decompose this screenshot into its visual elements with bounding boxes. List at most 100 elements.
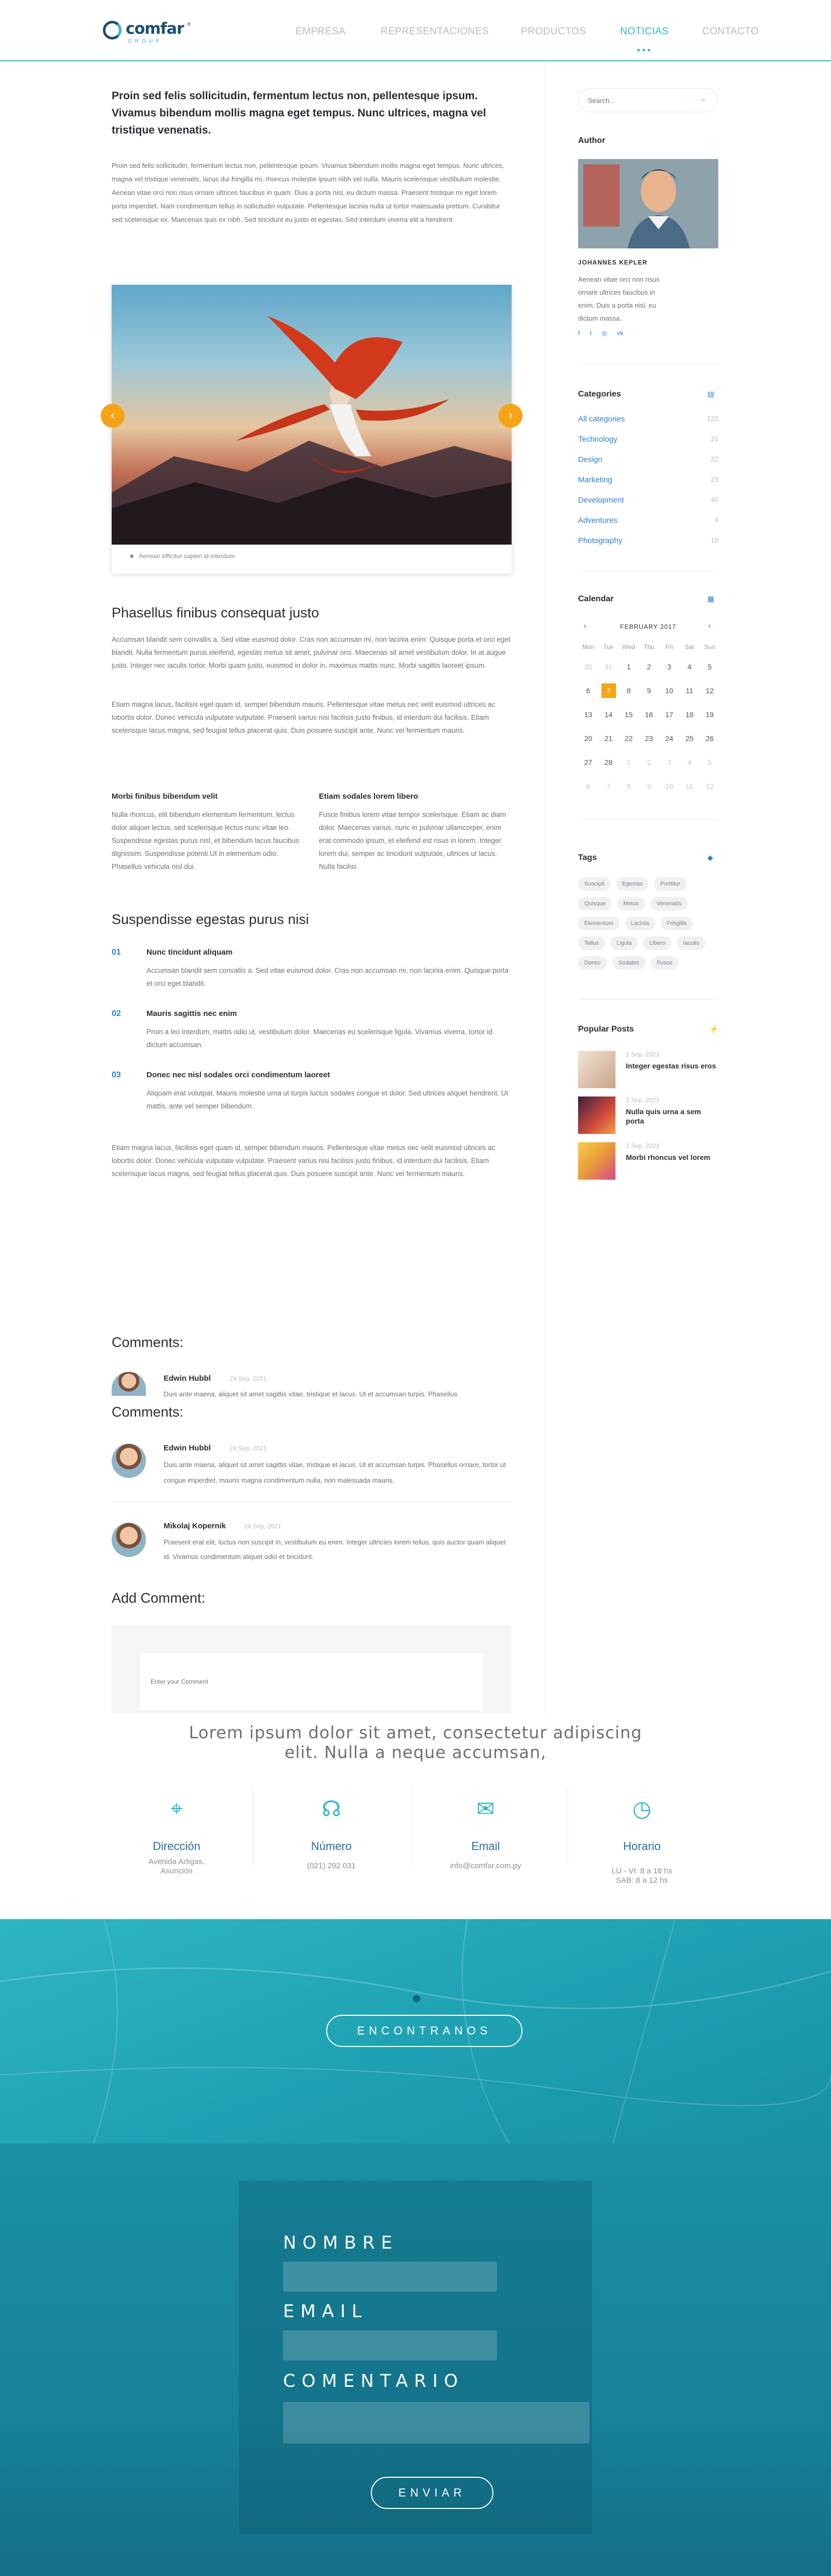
tag[interactable]: Iaculis	[677, 936, 706, 950]
calendar-day[interactable]: 5	[700, 750, 720, 774]
search-icon[interactable]: ⌕	[701, 95, 705, 104]
category-item[interactable]: Photography 10	[578, 536, 718, 557]
tag[interactable]: Venenatis	[650, 897, 688, 910]
calendar-day-selected[interactable]: 7	[598, 679, 619, 703]
popular-post[interactable]: 2 Sep, 2021 Integer egestas risus eros	[578, 1051, 718, 1088]
calendar-day[interactable]: 28	[598, 750, 619, 774]
category-item[interactable]: Marketing 23	[578, 475, 718, 496]
tag[interactable]: Libero	[643, 936, 672, 950]
tag[interactable]: Ligula	[610, 936, 638, 950]
nav-representaciones[interactable]: REPRESENTACIONES	[381, 26, 489, 37]
nav-noticias[interactable]: NOTICIAS	[620, 26, 669, 37]
contact-line[interactable]: info@comfar.com.py	[434, 1861, 538, 1871]
calendar-day[interactable]: 11	[679, 679, 700, 703]
calendar-day[interactable]: 31	[598, 655, 619, 679]
calendar-day[interactable]: 22	[619, 726, 639, 750]
calendar-day[interactable]: 4	[679, 655, 700, 679]
calendar-day[interactable]: 21	[598, 726, 619, 750]
weekday: Sat	[685, 643, 694, 651]
tag[interactable]: Egestas	[615, 877, 649, 891]
calendar-day[interactable]: 7	[598, 774, 619, 798]
popular-post[interactable]: 2 Sep, 2021 Morbi rhoncus vel lorem	[578, 1142, 718, 1180]
calendar-day[interactable]: 9	[639, 774, 659, 798]
category-item[interactable]: Adventures 9	[578, 516, 718, 536]
category-item[interactable]: All categories 122	[578, 415, 718, 435]
calendar-day[interactable]: 19	[700, 703, 720, 726]
logo[interactable]: comfar ® GROUP	[103, 20, 207, 46]
tag[interactable]: Tellus	[578, 936, 606, 950]
calendar-day[interactable]: 8	[619, 679, 639, 703]
tags-heading: Tags	[578, 853, 597, 862]
calendar-day[interactable]: 10	[659, 774, 679, 798]
calendar-day[interactable]: 26	[700, 726, 720, 750]
calendar-day[interactable]: 16	[639, 703, 659, 726]
calendar-day[interactable]: 5	[700, 655, 720, 679]
email-input[interactable]	[283, 2330, 497, 2360]
calendar-day[interactable]: 17	[659, 703, 679, 726]
calendar-day[interactable]: 27	[578, 750, 598, 774]
calendar-grid: Mon Tue Wed Thu Fri Sat Sun 30 31 1 2 3 4 5 6 7 8 9 10 11…	[578, 639, 720, 798]
calendar-day[interactable]: 25	[679, 726, 700, 750]
calendar-day[interactable]: 12	[700, 679, 720, 703]
comentario-input[interactable]	[283, 2402, 589, 2443]
nav-productos[interactable]: PRODUCTOS	[521, 26, 586, 37]
nombre-input[interactable]	[283, 2262, 497, 2292]
encontranos-button[interactable]: ENCONTRANOS	[326, 2015, 522, 2047]
nav-empresa[interactable]: EMPRESA	[296, 26, 345, 37]
tag[interactable]: Metus	[616, 897, 645, 910]
calendar-day[interactable]: 30	[578, 655, 598, 679]
image-slider[interactable]: ■ Aenean efficitur sapien id interdum	[112, 285, 512, 574]
calendar-day[interactable]: 1	[619, 655, 639, 679]
category-item[interactable]: Development 40	[578, 496, 718, 516]
facebook-icon[interactable]: f	[578, 329, 580, 337]
tag[interactable]: Elementum	[578, 917, 620, 930]
calendar-day[interactable]: 13	[578, 703, 598, 726]
slider-prev-button[interactable]: ‹	[101, 404, 125, 428]
tag[interactable]: Quisque	[578, 897, 612, 910]
category-item[interactable]: Technology 21	[578, 435, 718, 455]
search-box[interactable]: ⌕	[578, 88, 718, 112]
calendar-day[interactable]: 18	[679, 703, 700, 726]
tag[interactable]: Fringilla	[660, 917, 693, 930]
calendar-day[interactable]: 8	[619, 774, 639, 798]
calendar-day[interactable]: 4	[679, 750, 700, 774]
calendar-day[interactable]: 2	[639, 750, 659, 774]
calendar-day[interactable]: 12	[700, 774, 720, 798]
instagram-icon[interactable]: ◎	[601, 329, 607, 337]
category-item[interactable]: Design 22	[578, 455, 718, 475]
list-item-text: Accumsan blandit sem convallis a. Sed vi…	[146, 967, 509, 987]
calendar-day[interactable]: 1	[619, 750, 639, 774]
tag[interactable]: Porttitor	[654, 877, 687, 891]
search-input[interactable]	[588, 95, 692, 105]
tag[interactable]: Suscipit	[578, 877, 611, 891]
calendar-day[interactable]: 10	[659, 679, 679, 703]
calendar-day[interactable]: 9	[639, 679, 659, 703]
calendar-day[interactable]: 15	[619, 703, 639, 726]
comment-text: Duis ante maena, aliquet sit amet sagitt…	[164, 1461, 506, 1484]
calendar-day[interactable]: 23	[639, 726, 659, 750]
vk-icon[interactable]: vk	[617, 329, 623, 337]
calendar-day[interactable]: 3	[659, 655, 679, 679]
tag[interactable]: Fusce	[650, 956, 679, 970]
calendar-day[interactable]: 11	[679, 774, 700, 798]
slider-next-button[interactable]: ›	[499, 404, 522, 428]
tag[interactable]: Lacinia	[624, 917, 655, 930]
enviar-button[interactable]: ENVIAR	[371, 2477, 493, 2509]
calendar-day[interactable]: 6	[578, 774, 598, 798]
twitter-icon[interactable]: t	[590, 329, 592, 337]
category-count: 10	[711, 536, 718, 544]
nav-contacto[interactable]: CONTACTO	[702, 26, 759, 37]
calendar-day[interactable]: 14	[598, 703, 619, 726]
calendar-day[interactable]: 24	[659, 726, 679, 750]
calendar-next-button[interactable]: ›	[708, 622, 711, 631]
calendar-day[interactable]: 3	[659, 750, 679, 774]
tag[interactable]: Sodales	[612, 956, 646, 970]
calendar-day[interactable]: 6	[578, 679, 598, 703]
comment-textarea[interactable]	[140, 1653, 483, 1710]
tag[interactable]: Donec	[578, 956, 607, 970]
calendar-day[interactable]: 2	[639, 655, 659, 679]
popular-post[interactable]: 2 Sep, 2021 Nulla quis urna a sem porta	[578, 1097, 718, 1134]
calendar-day[interactable]: 20	[578, 726, 598, 750]
contact-line[interactable]: (021) 292 031	[279, 1861, 383, 1871]
author-illustration	[578, 159, 718, 248]
